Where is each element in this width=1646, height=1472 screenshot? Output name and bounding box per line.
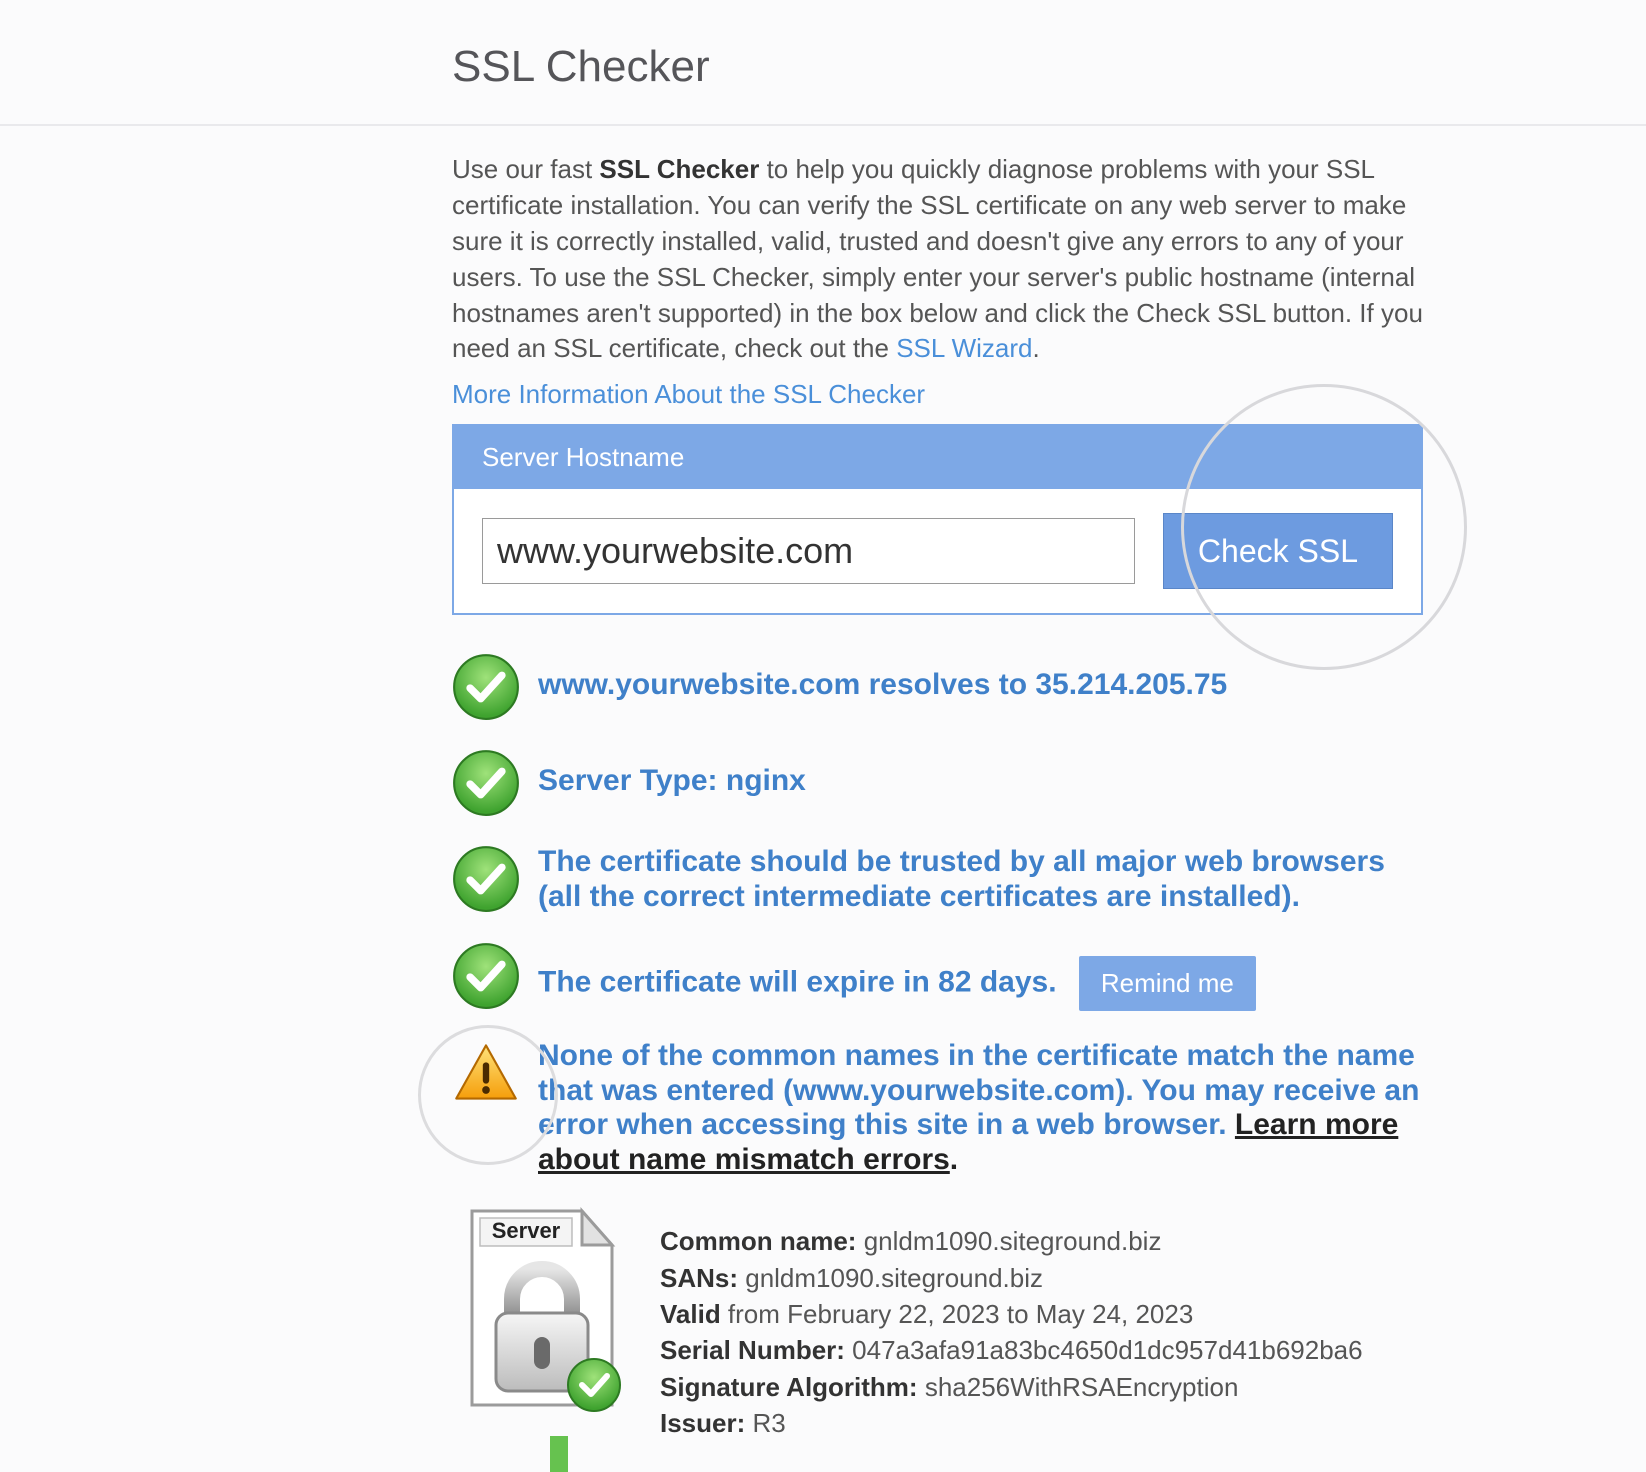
issuer-value: R3 xyxy=(745,1408,785,1438)
intro-prefix: Use our fast xyxy=(452,154,599,184)
result-server-type-text: Server Type: nginx xyxy=(538,749,1423,799)
result-row-server-type: Server Type: nginx xyxy=(452,749,1423,817)
server-cert-icon: Server xyxy=(452,1205,632,1441)
valid-value: from February 22, 2023 to May 24, 2023 xyxy=(721,1299,1194,1329)
serial-label: Serial Number: xyxy=(660,1335,845,1365)
check-icon xyxy=(452,653,520,721)
check-ssl-button[interactable]: Check SSL xyxy=(1163,513,1393,589)
sigalg-label: Signature Algorithm: xyxy=(660,1372,918,1402)
certificate-detail: Server xyxy=(452,1205,1423,1441)
result-row-resolve: www.yourwebsite.com resolves to 35.214.2… xyxy=(452,653,1423,721)
check-icon xyxy=(452,942,520,1010)
result-row-expire: The certificate will expire in 82 days. … xyxy=(452,942,1423,1011)
result-row-trusted: The certificate should be trusted by all… xyxy=(452,845,1423,914)
result-resolve-text: www.yourwebsite.com resolves to 35.214.2… xyxy=(538,653,1423,703)
remind-me-button[interactable]: Remind me xyxy=(1079,956,1256,1011)
sans-label: SANs: xyxy=(660,1263,738,1293)
more-info-link[interactable]: More Information About the SSL Checker xyxy=(452,379,925,410)
hostname-form: Server Hostname Check SSL xyxy=(452,424,1423,615)
server-cert-label: Server xyxy=(492,1218,561,1243)
intro-strong: SSL Checker xyxy=(599,154,759,184)
ssl-wizard-link[interactable]: SSL Wizard xyxy=(896,333,1032,363)
warning-icon xyxy=(452,1039,520,1107)
result-expire-label: The certificate will expire in 82 days. xyxy=(538,966,1057,999)
serial-value: 047a3afa91a83bc4650d1dc957d41b692ba6 xyxy=(845,1335,1363,1365)
intro-text: Use our fast SSL Checker to help you qui… xyxy=(452,152,1423,367)
form-header: Server Hostname xyxy=(454,426,1421,489)
common-name-label: Common name: xyxy=(660,1226,856,1256)
result-trusted-text: The certificate should be trusted by all… xyxy=(538,845,1423,914)
certificate-fields: Common name: gnldm1090.siteground.biz SA… xyxy=(660,1205,1363,1441)
results-list: www.yourwebsite.com resolves to 35.214.2… xyxy=(452,653,1423,1471)
result-row-mismatch: None of the common names in the certific… xyxy=(452,1039,1423,1177)
hostname-input[interactable] xyxy=(482,518,1135,584)
page-title: SSL Checker xyxy=(452,42,1423,92)
mismatch-suffix: . xyxy=(950,1143,958,1176)
sans-value: gnldm1090.siteground.biz xyxy=(738,1263,1043,1293)
issuer-label: Issuer: xyxy=(660,1408,745,1438)
common-name-value: gnldm1090.siteground.biz xyxy=(856,1226,1161,1256)
sigalg-value: sha256WithRSAEncryption xyxy=(918,1372,1239,1402)
intro-body: to help you quickly diagnose problems wi… xyxy=(452,154,1423,363)
result-expire-text: The certificate will expire in 82 days. … xyxy=(538,942,1423,1011)
check-icon xyxy=(452,749,520,817)
result-mismatch-text: None of the common names in the certific… xyxy=(538,1039,1423,1177)
valid-label: Valid xyxy=(660,1299,721,1329)
check-icon xyxy=(452,845,520,913)
intro-suffix: . xyxy=(1033,333,1040,363)
